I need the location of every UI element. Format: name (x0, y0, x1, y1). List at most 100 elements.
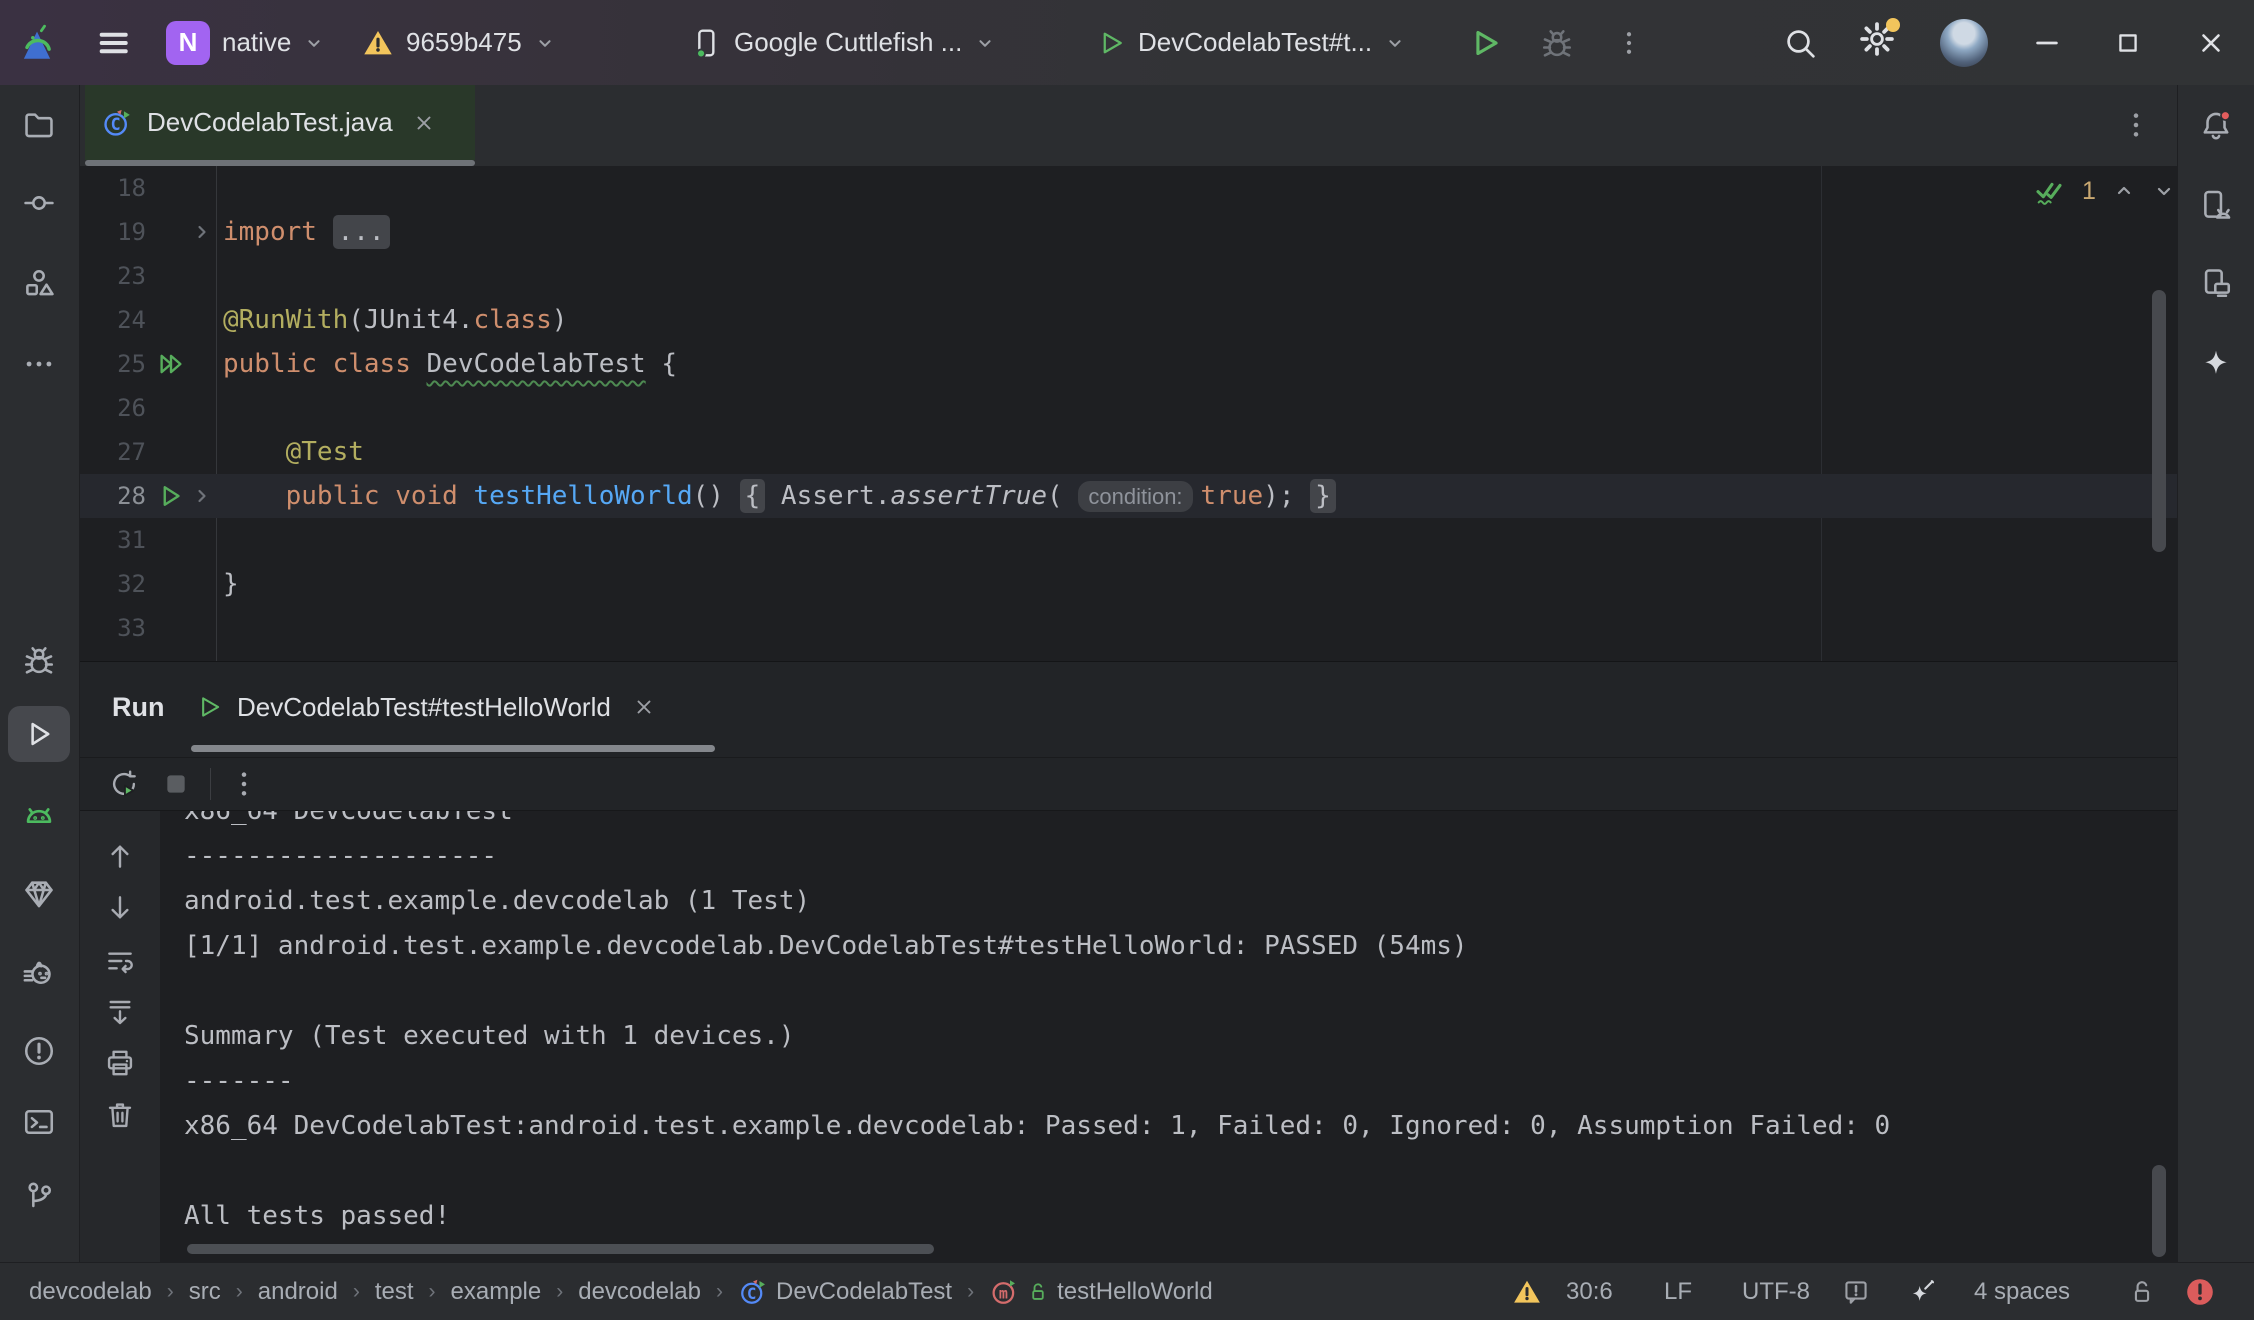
run-config-name: DevCodelabTest#t... (1138, 27, 1372, 58)
minimize-button[interactable] (2032, 0, 2062, 85)
editor-scrollbar[interactable] (2152, 290, 2166, 552)
tool-stripe-button-debug[interactable] (8, 632, 70, 688)
line-ending-label: LF (1664, 1278, 1692, 1306)
code-token (411, 349, 427, 379)
run-configuration-selector[interactable]: DevCodelabTest#t... (1096, 0, 1406, 85)
file-lock-toggle[interactable] (2128, 1263, 2156, 1320)
tool-stripe-button-notifications-bell[interactable] (2185, 97, 2247, 153)
code-editor[interactable]: 1819import ...2324@RunWith(JUnit4.class)… (80, 166, 2177, 661)
code-token: true (1201, 481, 1264, 511)
code-text: import ... (223, 210, 390, 254)
code-token: testHelloWorld (473, 481, 692, 511)
line-number: 27 (80, 430, 146, 474)
code-token: (JUnit4. (348, 305, 473, 335)
breadcrumb-label: test (375, 1278, 414, 1306)
fold-chevron-icon[interactable] (190, 220, 214, 244)
run-all-icon[interactable] (156, 349, 186, 379)
line-number: 33 (80, 606, 146, 650)
fold-chevron-icon[interactable] (190, 484, 214, 508)
console-line: All tests passed! (184, 1194, 1890, 1239)
breadcrumb-item[interactable]: mtestHelloWorld (989, 1277, 1213, 1307)
device-selector[interactable]: Google Cuttlefish ... (690, 0, 996, 85)
close-run-tab-icon[interactable] (633, 696, 655, 718)
print-icon[interactable] (104, 1047, 136, 1079)
breadcrumb-item[interactable]: devcodelab (578, 1278, 701, 1306)
encoding-selector[interactable]: UTF-8 (1742, 1263, 1810, 1320)
console-v-scrollbar[interactable] (2152, 1165, 2166, 1257)
editor-tab-active[interactable]: C DevCodelabTest.java (85, 85, 475, 160)
toolbar-separator (210, 768, 211, 800)
rerun-icon[interactable] (108, 768, 140, 800)
tool-stripe-button-resource-manager[interactable] (8, 255, 70, 311)
maximize-button[interactable] (2114, 0, 2142, 85)
indent-selector[interactable]: 4 spaces (1974, 1263, 2070, 1320)
code-token: class (333, 349, 411, 379)
run-tab[interactable]: DevCodelabTest#testHelloWorld (195, 662, 655, 752)
debug-button[interactable] (1540, 0, 1574, 85)
tool-stripe-button-logcat-android[interactable] (8, 788, 70, 844)
breadcrumb-item[interactable]: CDevCodelabTest (738, 1277, 952, 1307)
project-selector[interactable]: N native (166, 0, 325, 85)
tool-stripe-button-project-folder[interactable] (8, 97, 70, 153)
close-icon (2196, 28, 2226, 58)
run-console[interactable]: x86_64 DevCodelabTest-------------------… (80, 811, 2177, 1263)
close-tab-icon[interactable] (413, 112, 435, 134)
tool-stripe-button-profiler[interactable] (8, 947, 70, 1003)
console-line: android.test.example.devcodelab (1 Test) (184, 879, 1890, 924)
tool-stripe-button-problems[interactable] (8, 1023, 70, 1079)
device-phone-icon (690, 27, 722, 59)
tool-stripe-button-app-quality-insights[interactable] (8, 866, 70, 922)
breadcrumb-item[interactable]: android (258, 1278, 338, 1306)
breadcrumb-label: src (189, 1278, 221, 1306)
search-everywhere-button[interactable] (1782, 0, 1818, 85)
warning-triangle-icon (1512, 1277, 1542, 1307)
tool-stripe-button-more-tool-windows[interactable] (8, 336, 70, 392)
scroll-to-end-icon[interactable] (104, 996, 136, 1028)
run-button[interactable] (1468, 0, 1502, 85)
main-menu-button[interactable] (96, 0, 130, 85)
stop-icon[interactable] (160, 768, 192, 800)
tool-stripe-button-version-control[interactable] (8, 1168, 70, 1224)
settings-button[interactable] (1858, 0, 1896, 85)
prev-issue-icon[interactable] (2112, 179, 2136, 203)
tool-stripe-button-run[interactable] (8, 706, 70, 762)
caret-position[interactable]: 30:6 (1566, 1263, 1613, 1320)
tool-stripe-button-commit[interactable] (8, 175, 70, 231)
code-text: public void testHelloWorld() { Assert.as… (223, 474, 1336, 518)
code-text: } (223, 562, 239, 606)
status-feedback[interactable] (1842, 1263, 1870, 1320)
breadcrumb-item[interactable]: example (451, 1278, 542, 1306)
line-ending-selector[interactable]: LF (1664, 1263, 1692, 1320)
error-notification[interactable] (2184, 1263, 2216, 1320)
branch-selector[interactable]: 9659b475 (362, 0, 556, 85)
tool-stripe-button-running-devices[interactable] (2185, 177, 2247, 233)
tool-stripe-button-terminal[interactable] (8, 1094, 70, 1150)
status-warning[interactable] (1512, 1263, 1542, 1320)
breadcrumb-item[interactable]: test (375, 1278, 414, 1306)
clear-console-icon[interactable] (104, 1099, 136, 1131)
scroll-down-icon[interactable] (104, 892, 136, 924)
tab-options-icon[interactable] (2120, 109, 2152, 141)
breadcrumb-item[interactable]: src (189, 1278, 221, 1306)
tool-stripe-button-device-mirror[interactable] (2185, 255, 2247, 311)
tool-stripe-button-gemini-sparkle[interactable] (2185, 336, 2247, 392)
breadcrumb-item[interactable]: devcodelab (29, 1278, 152, 1306)
run-more-options-icon[interactable] (228, 768, 260, 800)
project-badge: N (166, 21, 210, 65)
commit-icon (22, 186, 56, 220)
console-h-scrollbar[interactable] (187, 1244, 934, 1254)
scroll-up-icon[interactable] (104, 840, 136, 872)
run-single-icon[interactable] (156, 481, 186, 511)
more-actions-button[interactable] (1614, 0, 1644, 85)
inspections-widget[interactable]: 1 (2034, 170, 2176, 212)
code-token: { (646, 349, 677, 379)
user-avatar[interactable] (1940, 0, 1988, 85)
run-config-play-icon (1096, 28, 1126, 58)
next-issue-icon[interactable] (2152, 179, 2176, 203)
editor-line-19: 19import ... (80, 210, 2177, 254)
close-window-button[interactable] (2196, 0, 2226, 85)
ai-code-completion-status[interactable] (1908, 1263, 1936, 1320)
soft-wrap-icon[interactable] (104, 945, 136, 977)
code-token (1294, 481, 1310, 511)
feedback-bubble-icon (1842, 1278, 1870, 1306)
